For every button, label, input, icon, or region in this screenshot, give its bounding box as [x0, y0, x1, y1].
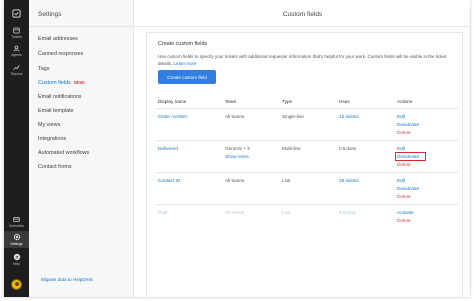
- rail-label: Subscribe: [8, 224, 25, 228]
- sidebar-item-integrations[interactable]: Integrations: [38, 136, 66, 142]
- description-text: Use custom fields to specify your ticket…: [158, 54, 447, 66]
- main-content: Custom fields Create custom fields Use c…: [135, 0, 470, 297]
- type-cell: Link: [282, 210, 291, 215]
- deactivate-button[interactable]: Deactivate: [397, 122, 419, 127]
- field-name-link[interactable]: Contact ID: [158, 178, 180, 183]
- rail-item-agents[interactable]: Agents: [4, 45, 29, 57]
- sidebar-item-email-addresses[interactable]: Email addresses: [38, 36, 78, 42]
- edit-button[interactable]: Edit: [397, 146, 405, 151]
- sidebar-item-label: Canned responses: [38, 51, 84, 57]
- edit-button[interactable]: Edit: [397, 178, 405, 183]
- sidebar-item-email-template[interactable]: Email template: [38, 108, 74, 114]
- rail-item-settings[interactable]: Settings: [4, 231, 29, 248]
- section-description: Use custom fields to specify your ticket…: [158, 53, 458, 67]
- reports-icon: [13, 65, 20, 70]
- logo-icon: [12, 9, 21, 18]
- migrate-link[interactable]: Migrate data to HelpDesk: [41, 277, 93, 282]
- rail-label: Settings: [10, 242, 23, 246]
- activate-button[interactable]: Activate: [397, 210, 414, 215]
- uses-link[interactable]: 35 tickets: [339, 178, 359, 183]
- create-custom-field-button[interactable]: Create custom field: [158, 70, 216, 84]
- sidebar-item-label: Contact forms: [38, 164, 72, 170]
- new-badge: NEW!: [73, 80, 85, 85]
- tickets-icon: [13, 27, 20, 34]
- agents-icon: [13, 45, 20, 52]
- uses-link[interactable]: 8 tickets: [339, 210, 356, 215]
- team-cell: All teams: [225, 178, 245, 183]
- svg-text:?: ?: [15, 255, 18, 261]
- column-header-team: Team: [225, 99, 237, 104]
- rail-item-subscription[interactable]: Subscribe: [4, 216, 29, 228]
- delete-button[interactable]: Delete: [397, 130, 411, 135]
- rail-item-reports[interactable]: Reports: [4, 64, 29, 76]
- section-title: Create custom fields: [158, 41, 208, 47]
- rail-label: Agents: [11, 53, 22, 57]
- team-cell: All teams: [225, 114, 245, 119]
- deactivate-highlight: [394, 152, 426, 161]
- sidebar-item-email-notifications[interactable]: Email notifications: [38, 94, 81, 100]
- sidebar-item-contact-forms[interactable]: Contact forms: [38, 164, 72, 170]
- sidebar-item-my-views[interactable]: My views: [38, 122, 60, 128]
- team-cell: General + 3: [225, 146, 250, 151]
- rail-item-help[interactable]: ? Help: [4, 253, 29, 266]
- sidebar-item-label: Integrations: [38, 136, 67, 142]
- field-name-link[interactable]: Order number: [158, 114, 187, 119]
- column-header-actions: Actions: [397, 99, 413, 104]
- page-title: Custom fields: [282, 11, 323, 18]
- sidebar-item-label: Email addresses: [38, 36, 78, 42]
- divider: [156, 108, 458, 109]
- rail-item-tickets[interactable]: Tickets: [4, 27, 29, 39]
- rail-label: Tickets: [11, 35, 22, 39]
- team-cell: All teams: [225, 210, 245, 215]
- show-more-link[interactable]: Show more: [225, 154, 249, 159]
- sidebar-item-label: Automated workflows: [38, 150, 90, 156]
- rail-logo[interactable]: [4, 9, 29, 18]
- sidebar-item-label: My views: [38, 122, 61, 128]
- divider: [135, 26, 470, 27]
- edit-button[interactable]: Edit: [397, 114, 405, 119]
- divider: [156, 172, 458, 173]
- type-cell: Link: [282, 178, 291, 183]
- divider: [29, 26, 134, 27]
- sidebar-item-automated-workflows[interactable]: Automated workflows: [38, 150, 89, 156]
- settings-icon: [13, 233, 20, 241]
- sidebar-item-custom-fields[interactable]: Custom fields NEW!: [38, 80, 85, 86]
- uses-cell: 0 tickets: [339, 146, 357, 151]
- type-cell: Single-line: [282, 114, 304, 119]
- delete-button[interactable]: Delete: [397, 162, 411, 167]
- uses-link[interactable]: 12 tickets: [339, 114, 359, 119]
- sidebar-item-label: Tags: [38, 66, 50, 72]
- type-cell: Multi-line: [282, 146, 301, 151]
- column-header-type: Type: [282, 99, 293, 104]
- help-icon: ?: [13, 253, 20, 261]
- field-name-link[interactable]: Delivered: [158, 146, 178, 151]
- settings-sidebar: Settings Email addresses Canned response…: [29, 0, 134, 297]
- subscription-icon: [13, 217, 20, 222]
- column-header-uses: Uses: [339, 99, 350, 104]
- sidebar-title: Settings: [38, 11, 62, 18]
- app-window: Tickets Agents Reports Subscribe Setting…: [4, 0, 470, 297]
- field-name-link[interactable]: Paid: [158, 210, 167, 215]
- divider: [156, 140, 458, 141]
- learn-more-link[interactable]: Learn more: [174, 61, 197, 66]
- custom-fields-card: Create custom fields Use custom fields t…: [146, 32, 463, 297]
- rail-label: Help: [13, 262, 20, 266]
- rail-label: Reports: [10, 72, 23, 76]
- avatar[interactable]: [11, 279, 22, 290]
- sidebar-item-tags[interactable]: Tags: [38, 66, 49, 72]
- column-header-display-name: Display name: [158, 99, 187, 104]
- sidebar-item-label: Email template: [38, 108, 74, 114]
- sidebar-item-label: Custom fields: [38, 80, 71, 86]
- delete-button[interactable]: Delete: [397, 194, 411, 199]
- sidebar-item-label: Email notifications: [38, 94, 82, 100]
- deactivate-button[interactable]: Deactivate: [397, 186, 419, 191]
- delete-button[interactable]: Delete: [397, 218, 411, 223]
- sidebar-item-canned-responses[interactable]: Canned responses: [38, 51, 83, 57]
- icon-rail: Tickets Agents Reports Subscribe Setting…: [4, 0, 29, 297]
- divider: [156, 204, 458, 205]
